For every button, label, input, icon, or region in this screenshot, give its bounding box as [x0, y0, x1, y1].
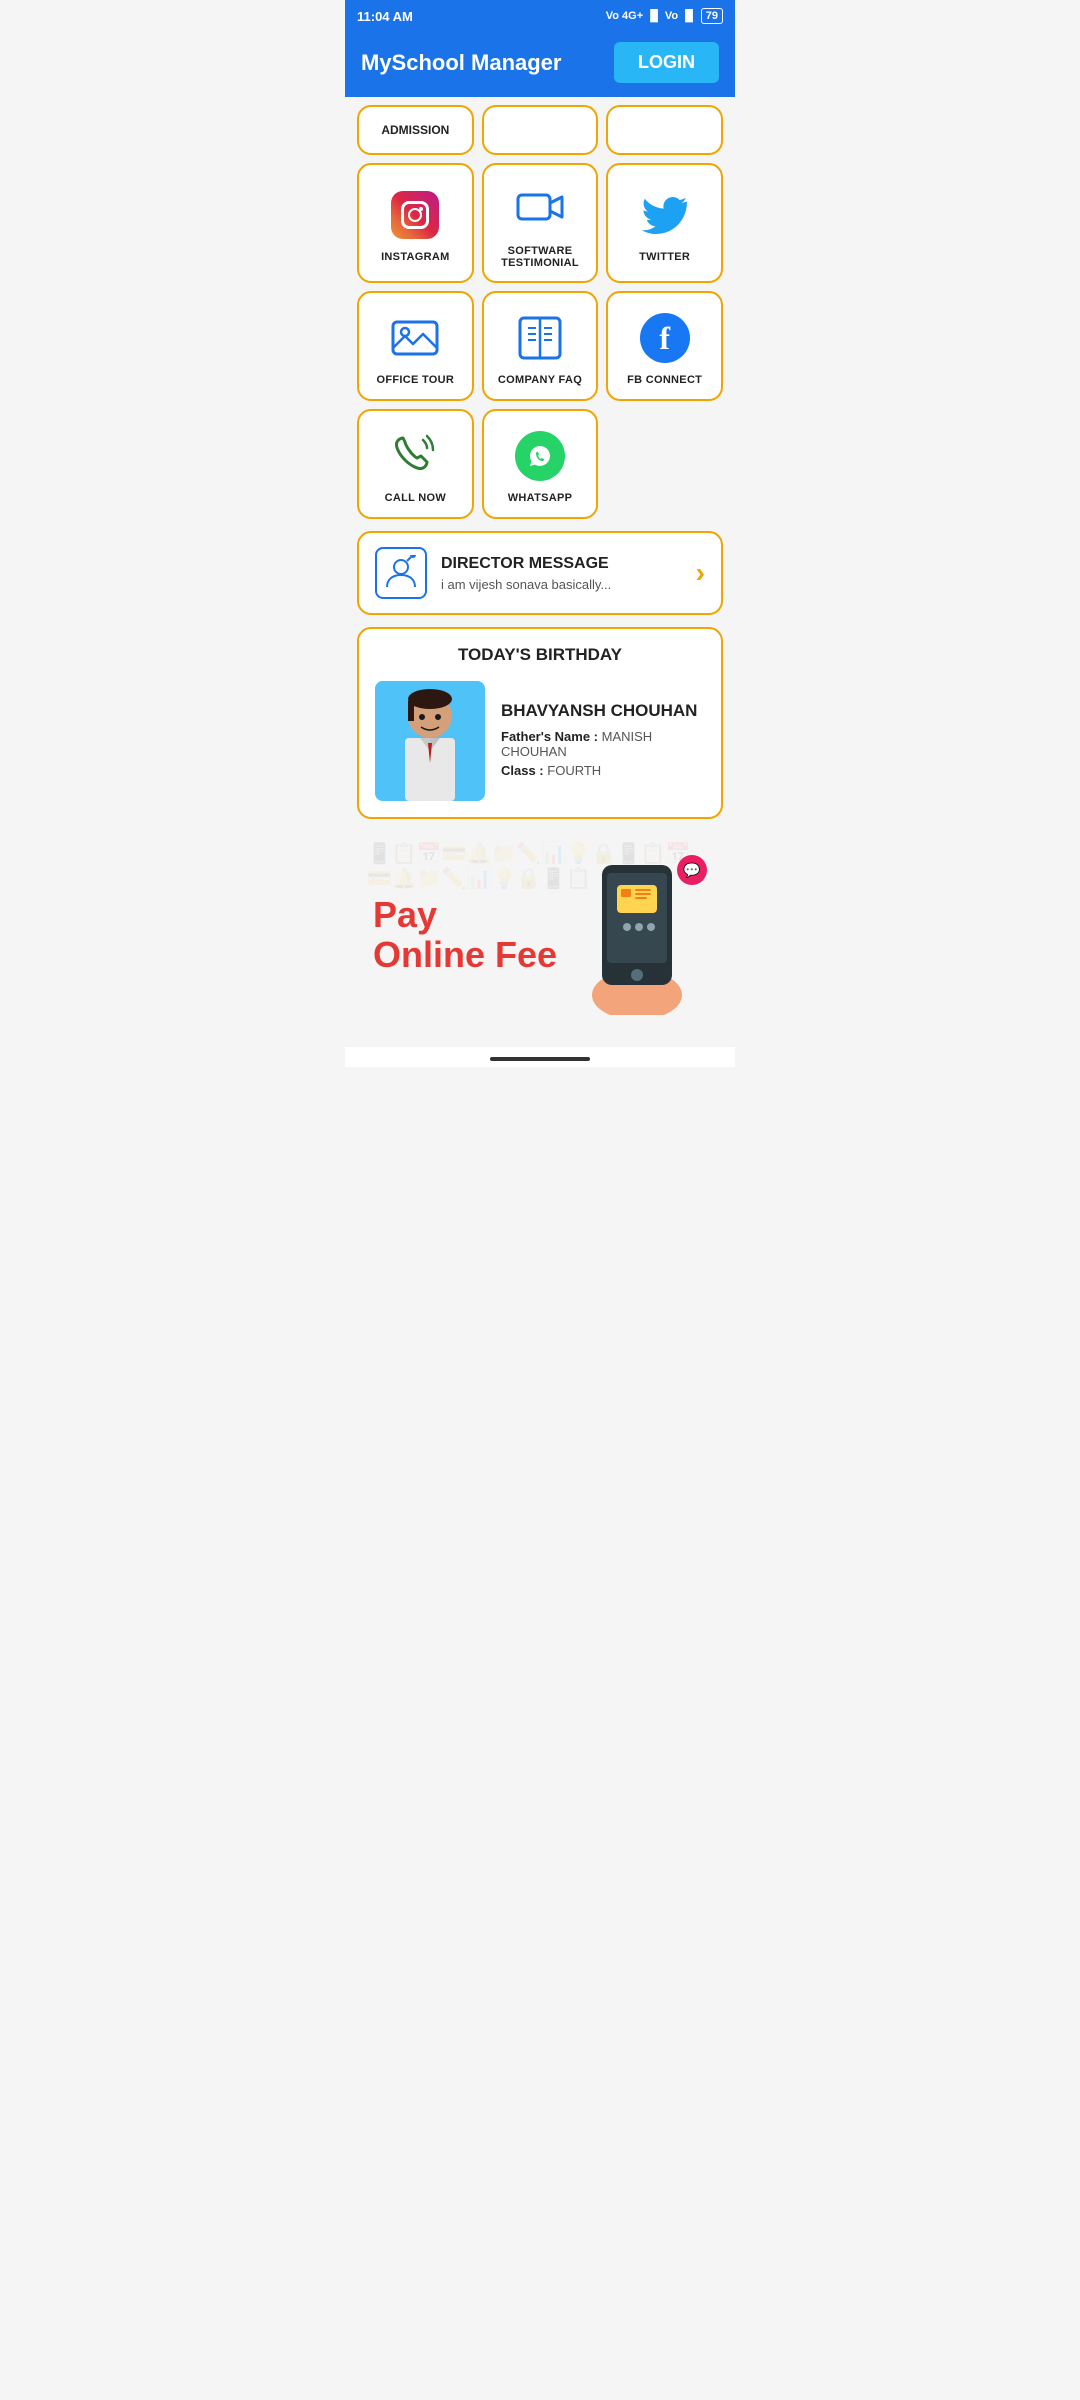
- admission-card-3[interactable]: [606, 105, 723, 155]
- pay-line1: Pay: [373, 895, 557, 935]
- status-signal: Vo 4G+ ▐▌ Vo ▐▌: [606, 10, 697, 22]
- status-bar: 11:04 AM Vo 4G+ ▐▌ Vo ▐▌ 79: [345, 0, 735, 32]
- class-label: Class :: [501, 763, 544, 778]
- book-icon: [514, 312, 566, 364]
- instagram-icon: [391, 191, 439, 239]
- office-tour-label: OFFICE TOUR: [377, 374, 455, 386]
- instagram-inner: [401, 201, 429, 229]
- whatsapp-card[interactable]: WHATSAPP: [482, 409, 599, 519]
- instagram-card[interactable]: INSTAGRAM: [357, 163, 474, 283]
- empty-slot: [606, 409, 723, 519]
- status-battery: 79: [701, 8, 723, 24]
- office-tour-card[interactable]: OFFICE TOUR: [357, 291, 474, 401]
- software-testimonial-label: SOFTWARE TESTIMONIAL: [492, 245, 589, 269]
- pay-line2: Online Fee: [373, 935, 557, 975]
- pay-phone-area: 💬: [577, 855, 707, 1015]
- login-button[interactable]: LOGIN: [614, 42, 719, 83]
- company-faq-card[interactable]: COMPANY FAQ: [482, 291, 599, 401]
- icon-grid-row2: OFFICE TOUR COMPANY FAQ f: [357, 291, 723, 401]
- father-label: Father's Name :: [501, 729, 598, 744]
- whatsapp-label: WHATSAPP: [508, 492, 573, 504]
- director-subtitle: i am vijesh sonava basically...: [441, 577, 682, 592]
- home-indicator: [490, 1057, 590, 1061]
- director-message-card[interactable]: DIRECTOR MESSAGE i am vijesh sonava basi…: [357, 531, 723, 615]
- birthday-student-name: BHAVYANSH CHOUHAN: [501, 701, 705, 721]
- call-now-label: CALL NOW: [385, 492, 446, 504]
- company-faq-icon-area: [512, 310, 568, 366]
- instagram-icon-area: [387, 187, 443, 243]
- admission-label: ADMISSION: [381, 123, 449, 137]
- app-title: MySchool Manager: [361, 50, 561, 76]
- admission-card-2[interactable]: [482, 105, 599, 155]
- instagram-label: INSTAGRAM: [381, 251, 450, 263]
- icon-grid-row1: INSTAGRAM SOFTWARE TESTIMONIAL TWITTER: [357, 163, 723, 283]
- director-avatar: [375, 547, 427, 599]
- pay-text: Pay Online Fee: [373, 895, 557, 974]
- fb-connect-icon-area: f: [637, 310, 693, 366]
- birthday-info: BHAVYANSH CHOUHAN Father's Name : MANISH…: [501, 701, 705, 782]
- video-camera-icon: [514, 183, 566, 235]
- software-testimonial-icon-area: [512, 181, 568, 237]
- birthday-class-detail: Class : FOURTH: [501, 763, 705, 778]
- admission-row: ADMISSION: [357, 105, 723, 155]
- pay-online-banner[interactable]: 📱📋📅💳🔔📁✏️📊💡🔒📱📋📅💳🔔📁✏️📊💡🔒📱📋 Pay Online Fee …: [357, 831, 723, 1039]
- birthday-content: BHAVYANSH CHOUHAN Father's Name : MANISH…: [375, 681, 705, 801]
- whatsapp-icon-area: [512, 428, 568, 484]
- admission-card[interactable]: ADMISSION: [357, 105, 474, 155]
- fb-connect-card[interactable]: f FB CONNECT: [606, 291, 723, 401]
- company-faq-label: COMPANY FAQ: [498, 374, 582, 386]
- phone-in-hand: [577, 855, 697, 1015]
- fb-connect-label: FB CONNECT: [627, 374, 702, 386]
- home-bar: [345, 1047, 735, 1067]
- whatsapp-icon: [515, 431, 565, 481]
- software-testimonial-card[interactable]: SOFTWARE TESTIMONIAL: [482, 163, 599, 283]
- phone-hand-illustration: [577, 855, 697, 1015]
- birthday-photo: [375, 681, 485, 801]
- facebook-icon: f: [640, 313, 690, 363]
- class-name: FOURTH: [547, 763, 601, 778]
- status-right: Vo 4G+ ▐▌ Vo ▐▌ 79: [606, 8, 723, 24]
- director-arrow-icon: ›: [696, 557, 705, 589]
- director-info: DIRECTOR MESSAGE i am vijesh sonava basi…: [441, 555, 682, 592]
- twitter-label: TWITTER: [639, 251, 690, 263]
- birthday-father-detail: Father's Name : MANISH CHOUHAN: [501, 729, 705, 759]
- director-title: DIRECTOR MESSAGE: [441, 555, 682, 573]
- image-landscape-icon: [389, 312, 441, 364]
- phone-icon: [389, 430, 441, 482]
- birthday-card: TODAY'S BIRTHDAY: [357, 627, 723, 819]
- call-now-card[interactable]: CALL NOW: [357, 409, 474, 519]
- office-tour-icon-area: [387, 310, 443, 366]
- twitter-icon: [639, 189, 691, 241]
- director-avatar-icon: [383, 555, 419, 591]
- student-photo: [375, 681, 485, 801]
- status-time: 11:04 AM: [357, 9, 413, 24]
- call-now-icon-area: [387, 428, 443, 484]
- birthday-section-title: TODAY'S BIRTHDAY: [375, 645, 705, 665]
- icon-grid-row3: CALL NOW WHATSAPP: [357, 409, 723, 519]
- twitter-icon-area: [637, 187, 693, 243]
- main-content: ADMISSION INSTAGRAM SOFTWARE TESTIMONIAL: [345, 97, 735, 1047]
- app-header: MySchool Manager LOGIN: [345, 32, 735, 97]
- twitter-card[interactable]: TWITTER: [606, 163, 723, 283]
